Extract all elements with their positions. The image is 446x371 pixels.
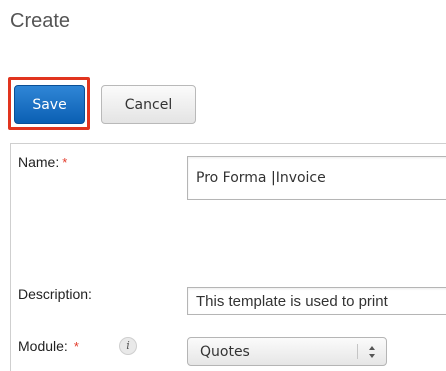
description-label: Description: — [18, 286, 92, 302]
required-marker: * — [73, 339, 79, 354]
name-label: Name: — [18, 154, 60, 170]
description-field[interactable]: This template is used to print — [187, 287, 446, 315]
name-label-row: Name: * — [18, 154, 67, 170]
select-divider — [357, 344, 358, 359]
required-marker: * — [62, 155, 68, 170]
description-value: This template is used to print — [196, 292, 388, 310]
module-select[interactable]: Quotes — [187, 337, 387, 366]
save-button[interactable]: Save — [14, 85, 85, 124]
updown-arrows-icon — [369, 346, 375, 358]
name-value-end: Invoice — [275, 170, 326, 186]
cancel-button[interactable]: Cancel — [101, 85, 196, 124]
name-value-start: Pro Forma — [196, 170, 271, 186]
info-icon[interactable]: i — [119, 337, 137, 355]
module-label: Module: — [18, 338, 68, 354]
page-title: Create — [10, 10, 71, 32]
module-selected-value: Quotes — [200, 343, 250, 360]
module-label-row: Module: * — [18, 338, 79, 354]
name-field[interactable]: Pro Forma | Invoice — [187, 156, 446, 200]
create-page: Create Save Cancel Name: * Pro Forma | Inv… — [0, 0, 446, 371]
